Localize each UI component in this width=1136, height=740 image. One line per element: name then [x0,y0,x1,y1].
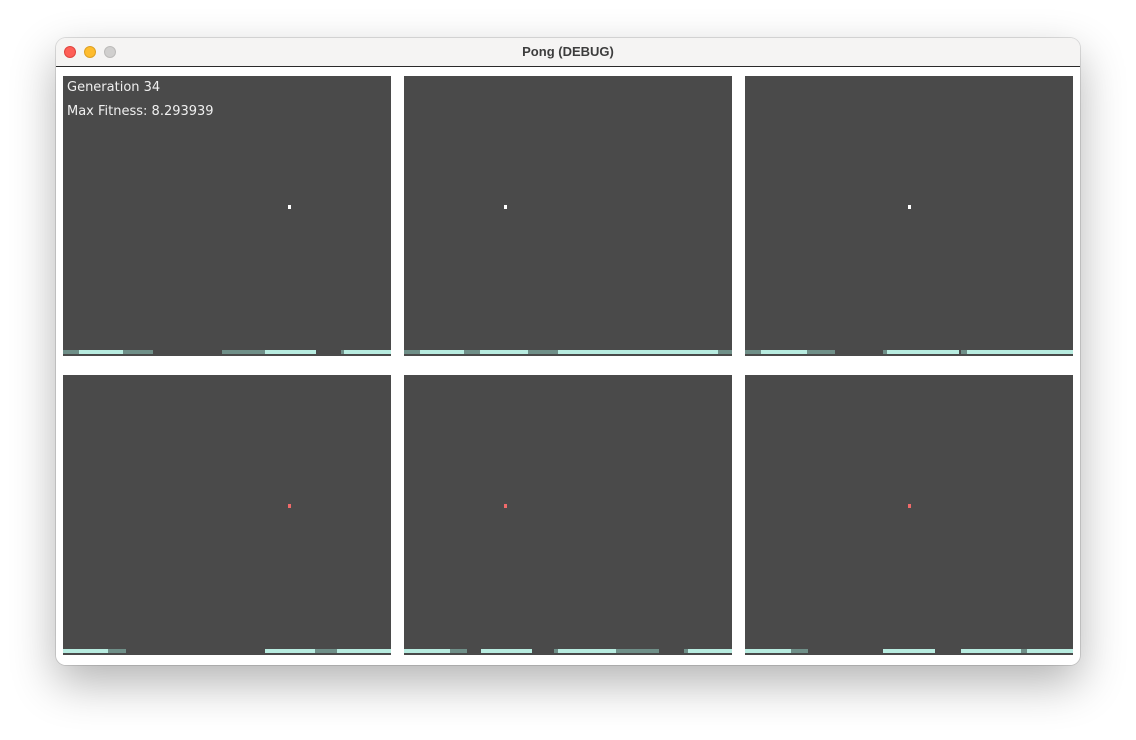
paddle [558,649,616,653]
paddle [63,350,79,354]
title-bar[interactable]: Pong (DEBUG) [56,38,1080,67]
ball [288,205,291,209]
paddle [315,649,337,653]
paddle [616,649,659,653]
paddle [791,649,808,653]
paddle [967,350,1073,354]
paddle [63,649,108,653]
ball [908,504,911,508]
paddle [108,649,126,653]
paddle [222,350,265,354]
game-panel-4 [63,375,391,655]
paddle [887,350,959,354]
generation-label: Generation 34 [67,80,161,95]
ball [908,205,911,209]
game-panel-1: Generation 34 Max Fitness: 8.293939 [63,76,391,356]
game-panel-5 [404,375,732,655]
paddle [481,649,532,653]
paddle [123,350,153,354]
ball [504,205,507,209]
paddle [79,350,123,354]
paddle [265,350,316,354]
paddle [745,350,761,354]
paddle [464,350,480,354]
paddle [745,649,791,653]
game-panel-2 [404,76,732,356]
ball [288,504,291,508]
paddle [450,649,467,653]
paddle [883,649,935,653]
game-panel-3 [745,76,1073,356]
paddle [761,350,807,354]
game-panel-6 [745,375,1073,655]
paddle [688,649,732,653]
paddle [718,350,732,354]
max-fitness-label: Max Fitness: 8.293939 [67,104,214,119]
ball [504,504,507,508]
game-grid: Generation 34 Max Fitness: 8.293939 [56,67,1080,665]
paddle [672,350,718,354]
paddle [337,649,391,653]
paddle [558,350,672,354]
paddle [265,649,315,653]
paddle [807,350,835,354]
window-title: Pong (DEBUG) [522,44,614,59]
paddle [528,350,558,354]
paddle [420,350,464,354]
paddle [404,649,450,653]
paddle [961,649,1021,653]
app-window: Pong (DEBUG) Generation 34 Max Fitness: … [56,38,1080,665]
paddle [404,350,420,354]
paddle [480,350,528,354]
paddle [344,350,391,354]
paddle [1027,649,1073,653]
